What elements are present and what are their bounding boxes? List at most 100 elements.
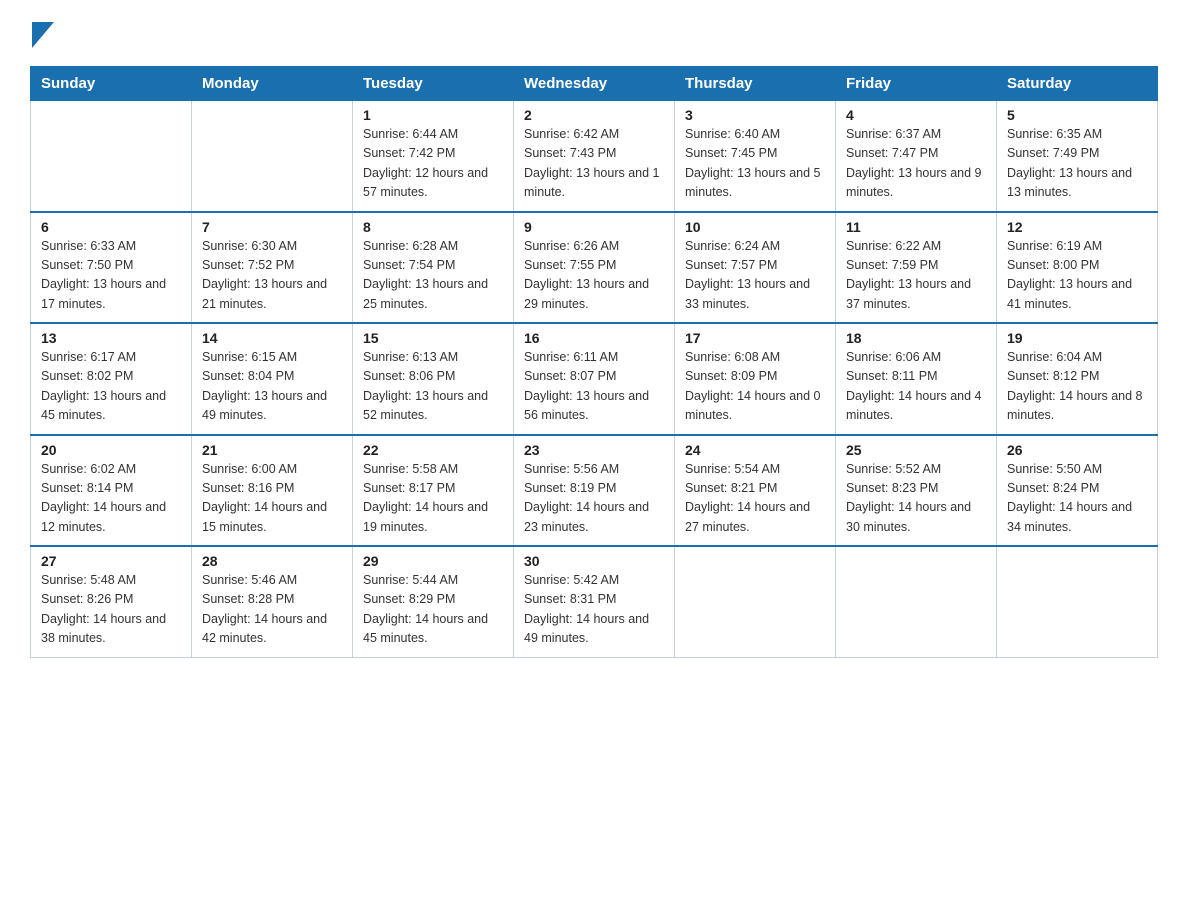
calendar-cell: 25Sunrise: 5:52 AMSunset: 8:23 PMDayligh… bbox=[836, 435, 997, 547]
day-number: 3 bbox=[685, 107, 825, 123]
logo bbox=[30, 20, 58, 48]
calendar-cell: 22 Sunrise: 5:58 AMSunset: 8:17 PMDayligh… bbox=[353, 435, 514, 547]
sun-info: Sunrise: 5:42 AMSunset: 8:31 PMDaylight:… bbox=[524, 571, 664, 649]
day-number: 13 bbox=[41, 330, 181, 346]
day-number: 10 bbox=[685, 219, 825, 235]
day-number: 29 bbox=[363, 553, 503, 569]
calendar-cell bbox=[675, 546, 836, 657]
day-number: 24 bbox=[685, 442, 825, 458]
calendar-cell: 23 Sunrise: 5:56 AMSunset: 8:19 PMDayligh… bbox=[514, 435, 675, 547]
calendar-cell: 13 Sunrise: 6:17 AMSunset: 8:02 PMDayligh… bbox=[31, 323, 192, 435]
day-number: 23 bbox=[524, 442, 664, 458]
sun-info: Sunrise: 6:15 AMSunset: 8:04 PMDaylight:… bbox=[202, 348, 342, 426]
sun-info: Sunrise: 6:02 AMSunset: 8:14 PMDaylight:… bbox=[41, 460, 181, 538]
calendar-cell: 15 Sunrise: 6:13 AMSunset: 8:06 PMDayligh… bbox=[353, 323, 514, 435]
calendar-cell: 27 Sunrise: 5:48 AMSunset: 8:26 PMDayligh… bbox=[31, 546, 192, 657]
calendar-cell bbox=[192, 101, 353, 212]
calendar-cell: 20 Sunrise: 6:02 AMSunset: 8:14 PMDayligh… bbox=[31, 435, 192, 547]
page-header bbox=[30, 20, 1158, 48]
day-number: 11 bbox=[846, 219, 986, 235]
day-number: 14 bbox=[202, 330, 342, 346]
day-number: 20 bbox=[41, 442, 181, 458]
sun-info: Sunrise: 5:52 AMSunset: 8:23 PMDaylight:… bbox=[846, 460, 986, 538]
calendar-cell: 9 Sunrise: 6:26 AMSunset: 7:55 PMDaylight… bbox=[514, 212, 675, 324]
calendar-cell: 7Sunrise: 6:30 AMSunset: 7:52 PMDaylight… bbox=[192, 212, 353, 324]
sun-info: Sunrise: 5:54 AMSunset: 8:21 PMDaylight:… bbox=[685, 460, 825, 538]
sun-info: Sunrise: 6:06 AMSunset: 8:11 PMDaylight:… bbox=[846, 348, 986, 426]
day-number: 18 bbox=[846, 330, 986, 346]
weekday-header-wednesday: Wednesday bbox=[514, 67, 675, 101]
sun-info: Sunrise: 6:11 AMSunset: 8:07 PMDaylight:… bbox=[524, 348, 664, 426]
calendar-cell: 2Sunrise: 6:42 AMSunset: 7:43 PMDaylight… bbox=[514, 101, 675, 212]
sun-info: Sunrise: 5:48 AMSunset: 8:26 PMDaylight:… bbox=[41, 571, 181, 649]
sun-info: Sunrise: 6:42 AMSunset: 7:43 PMDaylight:… bbox=[524, 125, 664, 203]
calendar-week-row: 20 Sunrise: 6:02 AMSunset: 8:14 PMDayligh… bbox=[31, 435, 1158, 547]
sun-info: Sunrise: 6:13 AMSunset: 8:06 PMDaylight:… bbox=[363, 348, 503, 426]
calendar-cell: 10 Sunrise: 6:24 AMSunset: 7:57 PMDayligh… bbox=[675, 212, 836, 324]
sun-info: Sunrise: 6:40 AMSunset: 7:45 PMDaylight:… bbox=[685, 125, 825, 203]
calendar-cell: 11 Sunrise: 6:22 AMSunset: 7:59 PMDayligh… bbox=[836, 212, 997, 324]
calendar-cell: 30 Sunrise: 5:42 AMSunset: 8:31 PMDayligh… bbox=[514, 546, 675, 657]
calendar-cell: 14 Sunrise: 6:15 AMSunset: 8:04 PMDayligh… bbox=[192, 323, 353, 435]
sun-info: Sunrise: 5:46 AMSunset: 8:28 PMDaylight:… bbox=[202, 571, 342, 649]
day-number: 26 bbox=[1007, 442, 1147, 458]
sun-info: Sunrise: 5:56 AMSunset: 8:19 PMDaylight:… bbox=[524, 460, 664, 538]
calendar-cell: 18 Sunrise: 6:06 AMSunset: 8:11 PMDayligh… bbox=[836, 323, 997, 435]
sun-info: Sunrise: 6:04 AMSunset: 8:12 PMDaylight:… bbox=[1007, 348, 1147, 426]
sun-info: Sunrise: 5:50 AMSunset: 8:24 PMDaylight:… bbox=[1007, 460, 1147, 538]
calendar-cell bbox=[31, 101, 192, 212]
day-number: 27 bbox=[41, 553, 181, 569]
day-number: 9 bbox=[524, 219, 664, 235]
sun-info: Sunrise: 6:00 AMSunset: 8:16 PMDaylight:… bbox=[202, 460, 342, 538]
calendar-week-row: 6Sunrise: 6:33 AMSunset: 7:50 PMDaylight… bbox=[31, 212, 1158, 324]
calendar-cell: 1Sunrise: 6:44 AMSunset: 7:42 PMDaylight… bbox=[353, 101, 514, 212]
logo-triangle-icon bbox=[32, 22, 54, 48]
day-number: 19 bbox=[1007, 330, 1147, 346]
day-number: 5 bbox=[1007, 107, 1147, 123]
day-number: 15 bbox=[363, 330, 503, 346]
sun-info: Sunrise: 6:37 AMSunset: 7:47 PMDaylight:… bbox=[846, 125, 986, 203]
calendar-cell bbox=[836, 546, 997, 657]
calendar-cell: 28 Sunrise: 5:46 AMSunset: 8:28 PMDayligh… bbox=[192, 546, 353, 657]
calendar-week-row: 13 Sunrise: 6:17 AMSunset: 8:02 PMDayligh… bbox=[31, 323, 1158, 435]
sun-info: Sunrise: 6:08 AMSunset: 8:09 PMDaylight:… bbox=[685, 348, 825, 426]
calendar-cell: 8 Sunrise: 6:28 AMSunset: 7:54 PMDaylight… bbox=[353, 212, 514, 324]
weekday-header-friday: Friday bbox=[836, 67, 997, 101]
calendar-table: SundayMondayTuesdayWednesdayThursdayFrid… bbox=[30, 66, 1158, 658]
calendar-cell: 29 Sunrise: 5:44 AMSunset: 8:29 PMDayligh… bbox=[353, 546, 514, 657]
calendar-cell: 19 Sunrise: 6:04 AMSunset: 8:12 PMDayligh… bbox=[997, 323, 1158, 435]
day-number: 6 bbox=[41, 219, 181, 235]
calendar-cell: 26 Sunrise: 5:50 AMSunset: 8:24 PMDayligh… bbox=[997, 435, 1158, 547]
sun-info: Sunrise: 6:17 AMSunset: 8:02 PMDaylight:… bbox=[41, 348, 181, 426]
weekday-header-row: SundayMondayTuesdayWednesdayThursdayFrid… bbox=[31, 67, 1158, 101]
calendar-cell: 3 Sunrise: 6:40 AMSunset: 7:45 PMDaylight… bbox=[675, 101, 836, 212]
weekday-header-saturday: Saturday bbox=[997, 67, 1158, 101]
sun-info: Sunrise: 6:26 AMSunset: 7:55 PMDaylight:… bbox=[524, 237, 664, 315]
sun-info: Sunrise: 6:19 AMSunset: 8:00 PMDaylight:… bbox=[1007, 237, 1147, 315]
day-number: 12 bbox=[1007, 219, 1147, 235]
sun-info: Sunrise: 6:22 AMSunset: 7:59 PMDaylight:… bbox=[846, 237, 986, 315]
day-number: 8 bbox=[363, 219, 503, 235]
sun-info: Sunrise: 5:44 AMSunset: 8:29 PMDaylight:… bbox=[363, 571, 503, 649]
day-number: 4 bbox=[846, 107, 986, 123]
calendar-cell: 12 Sunrise: 6:19 AMSunset: 8:00 PMDayligh… bbox=[997, 212, 1158, 324]
day-number: 16 bbox=[524, 330, 664, 346]
sun-info: Sunrise: 6:28 AMSunset: 7:54 PMDaylight:… bbox=[363, 237, 503, 315]
day-number: 30 bbox=[524, 553, 664, 569]
calendar-cell bbox=[997, 546, 1158, 657]
calendar-cell: 5 Sunrise: 6:35 AMSunset: 7:49 PMDaylight… bbox=[997, 101, 1158, 212]
day-number: 17 bbox=[685, 330, 825, 346]
sun-info: Sunrise: 6:24 AMSunset: 7:57 PMDaylight:… bbox=[685, 237, 825, 315]
day-number: 22 bbox=[363, 442, 503, 458]
weekday-header-tuesday: Tuesday bbox=[353, 67, 514, 101]
day-number: 1 bbox=[363, 107, 503, 123]
sun-info: Sunrise: 5:58 AMSunset: 8:17 PMDaylight:… bbox=[363, 460, 503, 538]
weekday-header-monday: Monday bbox=[192, 67, 353, 101]
calendar-cell: 21Sunrise: 6:00 AMSunset: 8:16 PMDayligh… bbox=[192, 435, 353, 547]
calendar-cell: 17 Sunrise: 6:08 AMSunset: 8:09 PMDayligh… bbox=[675, 323, 836, 435]
day-number: 28 bbox=[202, 553, 342, 569]
calendar-cell: 24 Sunrise: 5:54 AMSunset: 8:21 PMDayligh… bbox=[675, 435, 836, 547]
calendar-week-row: 1Sunrise: 6:44 AMSunset: 7:42 PMDaylight… bbox=[31, 101, 1158, 212]
calendar-cell: 16 Sunrise: 6:11 AMSunset: 8:07 PMDayligh… bbox=[514, 323, 675, 435]
sun-info: Sunrise: 6:35 AMSunset: 7:49 PMDaylight:… bbox=[1007, 125, 1147, 203]
